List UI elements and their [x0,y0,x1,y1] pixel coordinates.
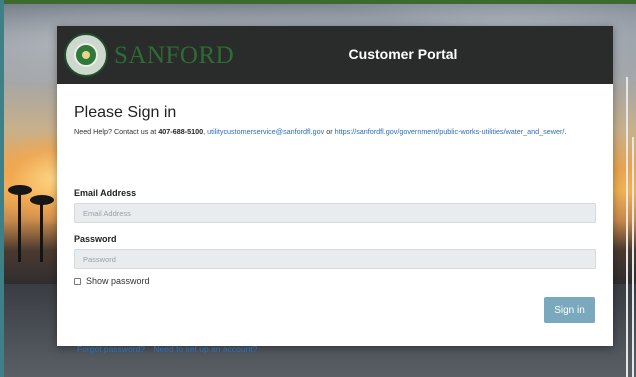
palm-frond [8,185,32,195]
setup-account-link[interactable]: Need to set up an account? [153,344,257,354]
password-input[interactable] [74,249,596,269]
palm-frond [30,195,54,205]
boat-mast [632,137,634,377]
palm-tree [18,192,21,262]
city-logo: SANFORD [64,33,234,77]
help-url-link[interactable]: https://sanfordfl.gov/government/public-… [335,127,565,136]
help-phone: 407-688-5100 [158,127,204,136]
form-heading: Please Sign in [74,104,177,121]
city-seal-icon [64,33,108,77]
logo-text: SANFORD [114,42,235,69]
email-label: Email Address [74,188,137,198]
boat-mast [626,77,628,377]
show-password-toggle[interactable]: Show password [74,275,150,287]
palm-tree [40,202,43,262]
forgot-password-link[interactable]: Forgot password? [77,344,145,354]
card-header: SANFORD Customer Portal [57,26,613,84]
seal-inner [74,43,98,67]
seal-core [82,51,90,59]
help-email-link[interactable]: utilitycustomerservice@sanfordfl.gov [207,127,324,136]
portal-title: Customer Portal [348,46,458,62]
email-input[interactable] [74,203,596,223]
checkbox-icon[interactable] [74,277,81,285]
account-links: Forgot password? Need to set up an accou… [77,344,263,354]
help-prefix: Need Help? Contact us at [74,127,159,136]
help-text: Need Help? Contact us at 407-688-5100, u… [74,127,574,136]
password-label: Password [74,234,117,244]
sign-in-button[interactable]: Sign in [544,297,595,323]
show-password-label: Show password [86,276,150,286]
help-sep: or [324,127,335,136]
help-suffix: . [564,127,567,136]
sign-in-card: SANFORD Customer Portal Please Sign in N… [57,26,613,354]
